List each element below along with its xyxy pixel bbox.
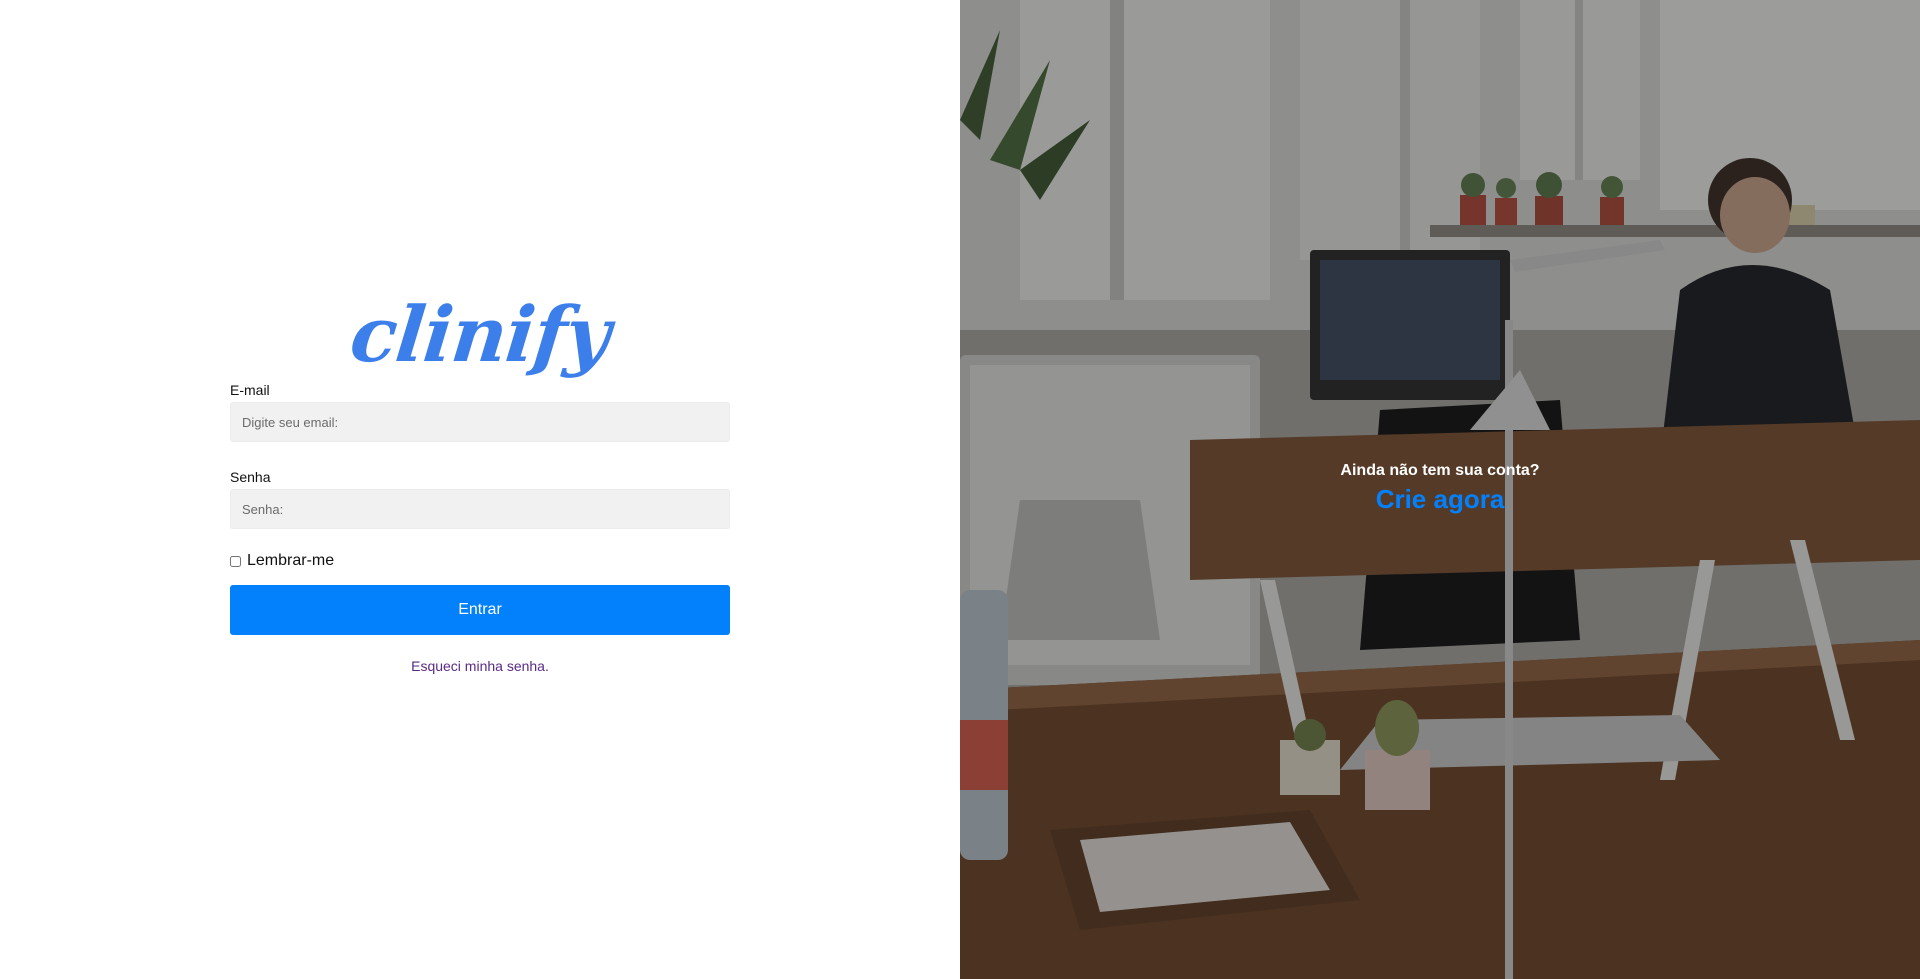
login-panel: clinify E-mail Senha Lembrar-me Entrar E… (0, 0, 960, 979)
brand-logo: clinify (346, 290, 614, 379)
signup-cta: Ainda não tem sua conta? Crie agora (960, 461, 1920, 515)
password-label: Senha (230, 469, 271, 485)
login-button[interactable]: Entrar (230, 585, 730, 635)
login-form: clinify E-mail Senha Lembrar-me Entrar E… (230, 290, 730, 675)
email-input[interactable] (230, 402, 730, 442)
signup-question: Ainda não tem sua conta? (1340, 462, 1540, 479)
email-field-group: E-mail (230, 382, 730, 442)
signup-panel: Ainda não tem sua conta? Crie agora (960, 0, 1920, 979)
email-label: E-mail (230, 382, 270, 398)
remember-me: Lembrar-me (230, 551, 730, 571)
password-input[interactable] (230, 489, 730, 529)
login-page: clinify E-mail Senha Lembrar-me Entrar E… (0, 0, 1920, 979)
remember-me-label: Lembrar-me (247, 552, 335, 569)
signup-link[interactable]: Crie agora (1376, 483, 1505, 515)
password-field-group: Senha (230, 469, 730, 529)
forgot-password-link[interactable]: Esqueci minha senha. (230, 657, 730, 675)
remember-me-checkbox[interactable] (230, 555, 241, 567)
